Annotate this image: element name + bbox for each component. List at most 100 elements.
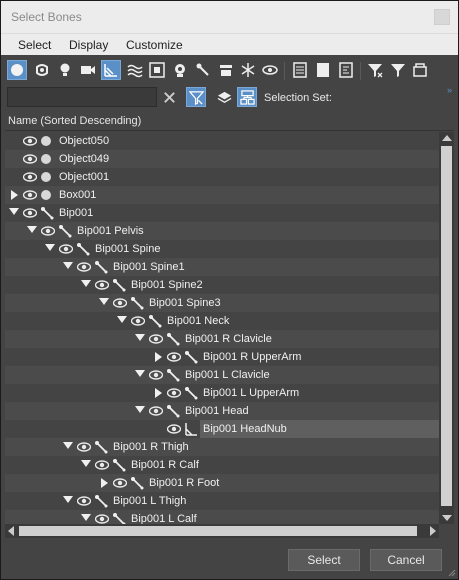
tree-item-label[interactable]: Bip001 bbox=[56, 204, 96, 222]
frozen-icon[interactable] bbox=[216, 60, 236, 80]
collapse-arrow-icon[interactable] bbox=[135, 334, 145, 341]
scroll-left-icon[interactable] bbox=[8, 526, 14, 536]
tree-item-label[interactable]: Box001 bbox=[56, 186, 99, 204]
visibility-eye-icon[interactable] bbox=[167, 387, 181, 399]
particles-icon[interactable] bbox=[238, 60, 258, 80]
tree-item-label[interactable]: Bip001 R UpperArm bbox=[200, 348, 304, 366]
visibility-eye-icon[interactable] bbox=[23, 135, 37, 147]
visibility-eye-icon[interactable] bbox=[167, 423, 181, 435]
find-filter-icon[interactable] bbox=[186, 87, 206, 107]
expand-arrow-icon[interactable] bbox=[101, 478, 108, 488]
visibility-eye-icon[interactable] bbox=[23, 153, 37, 165]
tree-row[interactable]: Bip001 R Foot bbox=[5, 474, 439, 492]
menu-select[interactable]: Select bbox=[18, 38, 51, 52]
tree-row[interactable]: Bip001 L UpperArm bbox=[5, 384, 439, 402]
layers-icon[interactable] bbox=[214, 87, 234, 107]
tree-row[interactable]: Bip001 R Thigh bbox=[5, 438, 439, 456]
collapse-arrow-icon[interactable] bbox=[27, 226, 37, 233]
tree-row[interactable]: Bip001 L Thigh bbox=[5, 492, 439, 510]
visibility-eye-icon[interactable] bbox=[23, 207, 37, 219]
collapse-arrow-icon[interactable] bbox=[135, 406, 145, 413]
expand-chevron-icon[interactable]: » bbox=[447, 85, 452, 95]
collapse-arrow-icon[interactable] bbox=[9, 208, 19, 215]
collapse-arrow-icon[interactable] bbox=[63, 262, 73, 269]
collapse-arrow-icon[interactable] bbox=[81, 514, 91, 521]
filter-icon[interactable] bbox=[365, 60, 385, 80]
visibility-eye-icon[interactable] bbox=[167, 351, 181, 363]
tree-row[interactable]: Bip001 R UpperArm bbox=[5, 348, 439, 366]
tree-item-label[interactable]: Bip001 Spine2 bbox=[128, 276, 206, 294]
hierarchy-icon[interactable] bbox=[237, 87, 257, 107]
vertical-scrollbar[interactable] bbox=[439, 132, 454, 524]
visibility-eye-icon[interactable] bbox=[149, 405, 163, 417]
collapse-arrow-icon[interactable] bbox=[63, 496, 73, 503]
collapse-arrow-icon[interactable] bbox=[135, 370, 145, 377]
visibility-eye-icon[interactable] bbox=[149, 333, 163, 345]
tree-row[interactable]: Object049 bbox=[5, 150, 439, 168]
visibility-eye-icon[interactable] bbox=[77, 441, 91, 453]
tree-row[interactable]: Bip001 Head bbox=[5, 402, 439, 420]
tree-row[interactable]: Bip001 Spine3 bbox=[5, 294, 439, 312]
tree-item-label[interactable]: Bip001 Spine1 bbox=[110, 258, 188, 276]
expand-arrow-icon[interactable] bbox=[155, 352, 162, 362]
visibility-eye-icon[interactable] bbox=[77, 261, 91, 273]
tree-row[interactable]: Bip001 HeadNub bbox=[5, 420, 439, 438]
tree-item-label[interactable]: Bip001 L Thigh bbox=[110, 492, 189, 510]
clear-search-icon[interactable] bbox=[159, 87, 179, 107]
visibility-eye-icon[interactable] bbox=[95, 513, 109, 524]
tree-item-label[interactable]: Bip001 R Calf bbox=[128, 456, 202, 474]
shapes-icon[interactable] bbox=[32, 60, 52, 80]
title-bar[interactable]: Select Bones bbox=[1, 1, 458, 33]
visibility-eye-icon[interactable] bbox=[149, 369, 163, 381]
container-icon[interactable] bbox=[410, 60, 430, 80]
tree-item-label[interactable]: Bip001 HeadNub bbox=[200, 420, 290, 438]
menu-customize[interactable]: Customize bbox=[126, 38, 183, 52]
hidden-icon[interactable] bbox=[260, 60, 280, 80]
tree-item-label[interactable]: Bip001 L UpperArm bbox=[200, 384, 302, 402]
visibility-eye-icon[interactable] bbox=[131, 315, 145, 327]
cancel-button[interactable]: Cancel bbox=[370, 549, 442, 571]
visibility-eye-icon[interactable] bbox=[23, 171, 37, 183]
tree-item-label[interactable]: Bip001 R Clavicle bbox=[182, 330, 275, 348]
tree-row[interactable]: Bip001 Pelvis bbox=[5, 222, 439, 240]
helpers-icon[interactable] bbox=[193, 60, 213, 80]
collapse-arrow-icon[interactable] bbox=[45, 244, 55, 251]
tree-item-label[interactable]: Bip001 R Thigh bbox=[110, 438, 192, 456]
tree-item-label[interactable]: Bip001 L Clavicle bbox=[182, 366, 273, 384]
horizontal-scrollbar[interactable] bbox=[5, 524, 439, 538]
tree-item-label[interactable]: Bip001 Head bbox=[182, 402, 252, 420]
tree-item-label[interactable]: Bip001 L Calf bbox=[128, 510, 200, 524]
collapse-arrow-icon[interactable] bbox=[81, 460, 91, 467]
collapse-arrow-icon[interactable] bbox=[81, 280, 91, 287]
visibility-eye-icon[interactable] bbox=[77, 495, 91, 507]
tree-row[interactable]: Bip001 L Calf bbox=[5, 510, 439, 524]
tree-row[interactable]: Bip001 Spine bbox=[5, 240, 439, 258]
select-all-icon[interactable] bbox=[290, 60, 310, 80]
visibility-eye-icon[interactable] bbox=[95, 459, 109, 471]
tree-row[interactable]: Object050 bbox=[5, 132, 439, 150]
scroll-thumb-horizontal[interactable] bbox=[19, 526, 417, 536]
tree-row[interactable]: Bip001 R Clavicle bbox=[5, 330, 439, 348]
select-invert-icon[interactable] bbox=[336, 60, 356, 80]
expand-arrow-icon[interactable] bbox=[11, 190, 18, 200]
collapse-arrow-icon[interactable] bbox=[99, 298, 109, 305]
scroll-thumb[interactable] bbox=[441, 146, 452, 506]
tree-row[interactable]: Bip001 Spine2 bbox=[5, 276, 439, 294]
tree-item-label[interactable]: Object049 bbox=[56, 150, 112, 168]
lights-icon[interactable] bbox=[55, 60, 75, 80]
tree-row[interactable]: Bip001 Spine1 bbox=[5, 258, 439, 276]
resize-grip-icon[interactable] bbox=[446, 567, 456, 577]
search-input[interactable] bbox=[7, 87, 157, 107]
visibility-eye-icon[interactable] bbox=[41, 225, 55, 237]
tree-row[interactable]: Bip001 L Clavicle bbox=[5, 366, 439, 384]
scroll-up-icon[interactable] bbox=[442, 135, 452, 141]
visibility-eye-icon[interactable] bbox=[113, 297, 127, 309]
scroll-right-icon[interactable] bbox=[430, 526, 436, 536]
cameras-icon[interactable] bbox=[78, 60, 98, 80]
tree-row[interactable]: Bip001 bbox=[5, 204, 439, 222]
tree-item-label[interactable]: Bip001 Neck bbox=[164, 312, 232, 330]
visibility-eye-icon[interactable] bbox=[23, 189, 37, 201]
collapse-arrow-icon[interactable] bbox=[63, 442, 73, 449]
visibility-eye-icon[interactable] bbox=[95, 279, 109, 291]
tree-item-label[interactable]: Bip001 Spine3 bbox=[146, 294, 224, 312]
